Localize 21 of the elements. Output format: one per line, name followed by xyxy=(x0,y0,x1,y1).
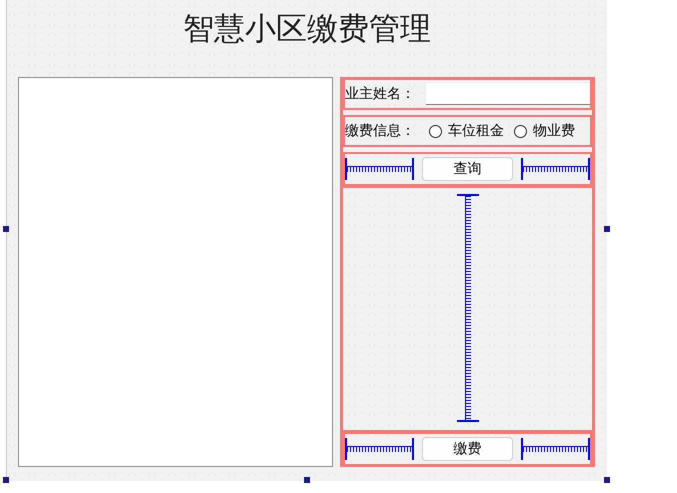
owner-name-label: 业主姓名： xyxy=(345,85,415,103)
radio-button[interactable] xyxy=(514,124,527,138)
resize-handle[interactable] xyxy=(304,477,310,483)
resize-handle[interactable] xyxy=(3,226,9,232)
owner-name-field[interactable] xyxy=(426,83,590,105)
option-label[interactable]: 物业费 xyxy=(533,122,575,140)
horizontal-spacer-icon xyxy=(345,158,414,180)
horizontal-spacer-icon xyxy=(521,438,590,460)
horizontal-spacer-icon xyxy=(521,158,590,180)
option-label[interactable]: 车位租金 xyxy=(448,122,504,140)
query-button[interactable]: 查询 xyxy=(422,157,513,181)
resize-handle[interactable] xyxy=(604,477,610,483)
window-title: 智慧小区缴费管理 xyxy=(183,10,431,49)
resize-handle[interactable] xyxy=(3,477,9,483)
resize-handle[interactable] xyxy=(604,226,610,232)
pay-button[interactable]: 缴费 xyxy=(422,437,513,461)
vertical-spacer-icon xyxy=(456,194,478,422)
radio-button[interactable] xyxy=(429,124,442,138)
fee-info-label: 缴费信息： xyxy=(345,122,415,140)
list-box[interactable] xyxy=(18,77,333,467)
horizontal-spacer-icon xyxy=(345,438,414,460)
